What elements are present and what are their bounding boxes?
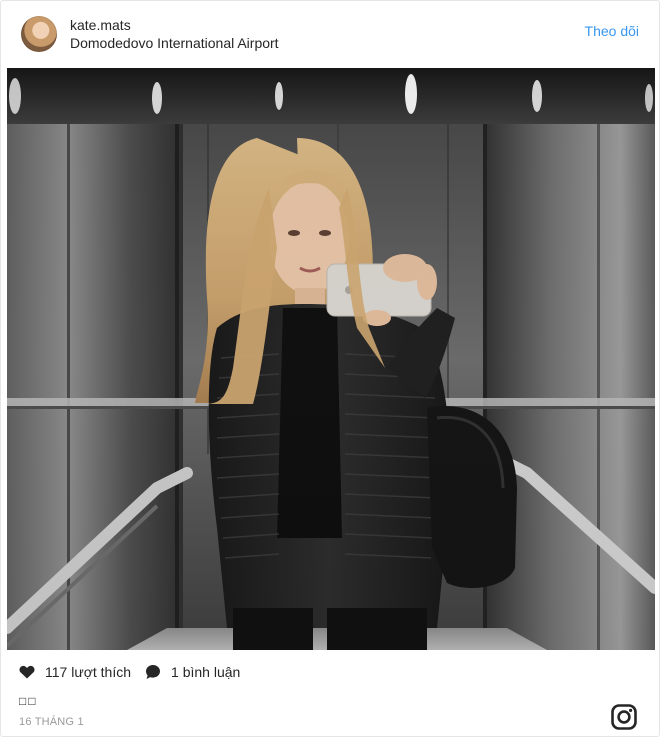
user-info: kate.mats Domodedovo International Airpo…: [70, 16, 585, 52]
post-date[interactable]: 16 THÁNG 1: [19, 716, 84, 728]
comments-stat[interactable]: 1 bình luận: [145, 664, 240, 680]
post-photo[interactable]: [7, 68, 655, 650]
instagram-embed-card: kate.mats Domodedovo International Airpo…: [0, 0, 660, 737]
post-footer: 117 lượt thích 1 bình luận □□ 16 THÁNG 1: [1, 650, 659, 736]
avatar[interactable]: [21, 16, 57, 52]
elevator-selfie-image: [7, 68, 655, 650]
post-header: kate.mats Domodedovo International Airpo…: [1, 1, 659, 67]
location-link[interactable]: Domodedovo International Airport: [70, 34, 585, 52]
comment-bubble-icon: [146, 665, 161, 679]
comments-count: 1 bình luận: [171, 664, 241, 680]
username-link[interactable]: kate.mats: [70, 16, 585, 34]
post-caption: □□: [19, 694, 38, 708]
heart-icon: [19, 665, 35, 679]
post-stats: 117 lượt thích 1 bình luận: [19, 664, 240, 680]
likes-count: 117 lượt thích: [45, 664, 132, 680]
follow-button[interactable]: Theo dõi: [585, 23, 639, 39]
instagram-icon[interactable]: [611, 704, 637, 730]
likes-stat[interactable]: 117 lượt thích: [19, 664, 131, 680]
